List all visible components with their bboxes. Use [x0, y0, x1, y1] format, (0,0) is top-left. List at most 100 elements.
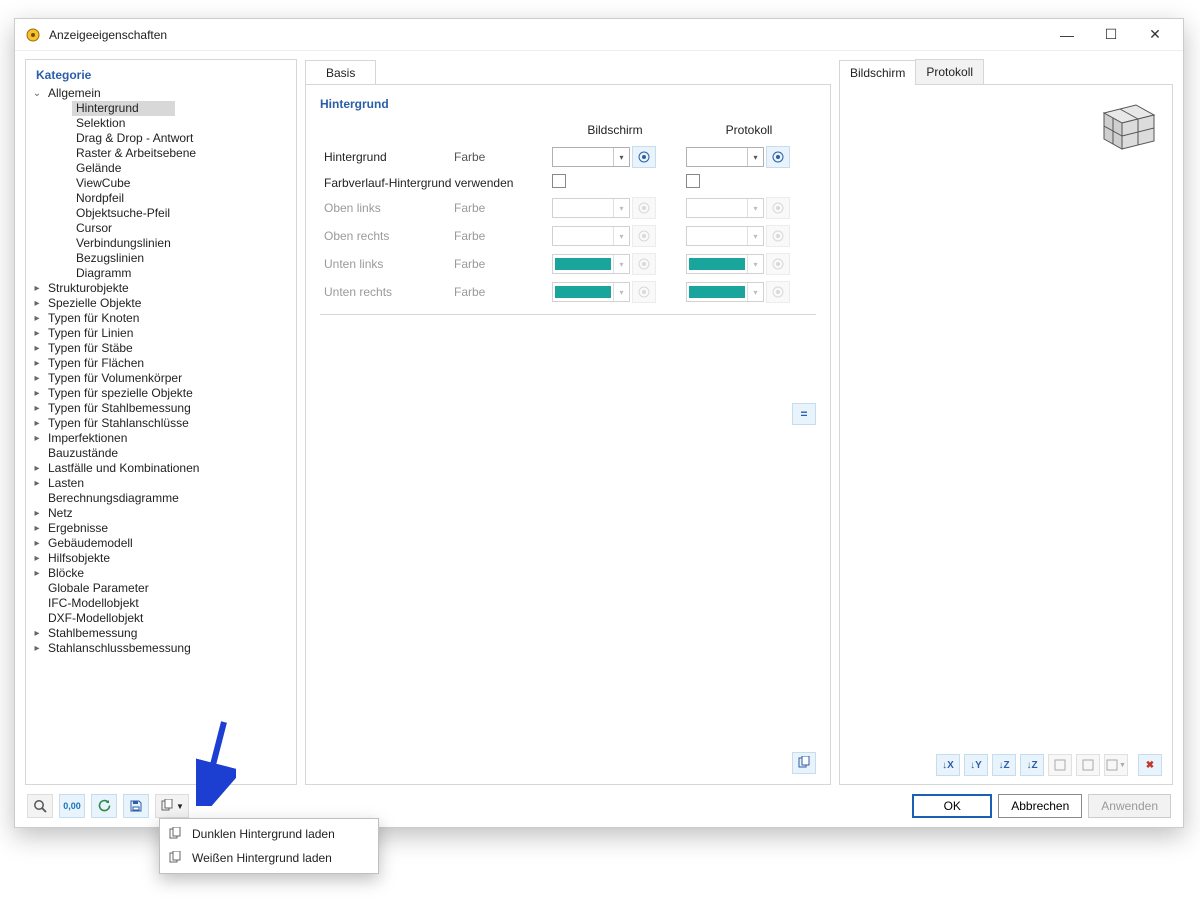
tree-item[interactable]: ▸Ergebnisse [30, 521, 292, 536]
axis-view-button[interactable]: ↓Z [1020, 754, 1044, 776]
tree-item[interactable]: ▸Typen für Stahlbemessung [30, 401, 292, 416]
tree-item[interactable]: Gelände [30, 161, 292, 176]
tree-expander-icon[interactable]: ▸ [30, 386, 44, 401]
tree-item[interactable]: ▸Lastfälle und Kombinationen [30, 461, 292, 476]
tree-expander-icon[interactable]: ▸ [30, 431, 44, 446]
cancel-button[interactable]: Abbrechen [998, 794, 1082, 818]
tree-item[interactable]: ▸Typen für Knoten [30, 311, 292, 326]
tree-expander-icon[interactable]: ▸ [30, 281, 44, 296]
tree-expander-icon[interactable]: ▸ [30, 551, 44, 566]
tree-item[interactable]: ▸Blöcke [30, 566, 292, 581]
tree-expander-icon[interactable]: ▸ [30, 566, 44, 581]
tree-item[interactable]: ▸Typen für Stäbe [30, 341, 292, 356]
tree-item[interactable]: ▸Netz [30, 506, 292, 521]
reset-view-button[interactable]: ✖ [1138, 754, 1162, 776]
window-maximize-button[interactable]: ☐ [1089, 21, 1133, 49]
copy-settings-button[interactable] [792, 752, 816, 774]
tree-item[interactable]: ▸Typen für Linien [30, 326, 292, 341]
preview-tab-protokoll[interactable]: Protokoll [915, 59, 984, 84]
tree-item[interactable]: Verbindungslinien [30, 236, 292, 251]
tree-expander-icon[interactable]: ▸ [30, 296, 44, 311]
tree-item[interactable]: ▸Imperfektionen [30, 431, 292, 446]
tree-item[interactable]: Hintergrund [30, 101, 292, 116]
tree-expander-icon[interactable]: ▸ [30, 401, 44, 416]
color-picker[interactable]: ▾ [686, 147, 764, 167]
menu-item-dark-background[interactable]: Dunklen Hintergrund laden [162, 822, 376, 846]
view-dropdown-button[interactable]: ▼ [1104, 754, 1128, 776]
units-button[interactable]: 0,00 [59, 794, 85, 818]
tree-expander-icon[interactable]: ▸ [30, 461, 44, 476]
tree-item[interactable]: ⌄Allgemein [30, 86, 292, 101]
tree-expander-icon[interactable]: ▸ [30, 521, 44, 536]
tree-expander-icon[interactable]: ▸ [30, 506, 44, 521]
tree-expander-icon[interactable]: ▸ [30, 416, 44, 431]
tree-item-label: Lastfälle und Kombinationen [44, 461, 203, 476]
tree-item[interactable]: ▸Typen für Flächen [30, 356, 292, 371]
tree-item[interactable]: Drag & Drop - Antwort [30, 131, 292, 146]
tree-expander-icon[interactable]: ▸ [30, 641, 44, 656]
menu-item-white-background[interactable]: Weißen Hintergrund laden [162, 846, 376, 870]
tree-item[interactable]: Diagramm [30, 266, 292, 281]
tree-item[interactable]: DXF-Modellobjekt [30, 611, 292, 626]
tree-item[interactable]: ▸Typen für Volumenkörper [30, 371, 292, 386]
tab-basis[interactable]: Basis [305, 60, 376, 85]
tree-expander-icon[interactable]: ▸ [30, 536, 44, 551]
tree-expander-icon[interactable]: ⌄ [30, 86, 44, 101]
tree-item[interactable]: ▸Strukturobjekte [30, 281, 292, 296]
axis-view-button[interactable]: ↓Z [992, 754, 1016, 776]
tree-item[interactable]: ▸Gebäudemodell [30, 536, 292, 551]
render-target-icon [632, 225, 656, 247]
apply-button[interactable]: Anwenden [1088, 794, 1171, 818]
tree-item[interactable]: ▸Typen für Stahlanschlüsse [30, 416, 292, 431]
axis-view-button[interactable]: ↓X [936, 754, 960, 776]
app-icon [25, 27, 41, 43]
tree-expander-icon[interactable]: ▸ [30, 341, 44, 356]
checkbox[interactable] [552, 174, 566, 188]
tree-item[interactable]: Raster & Arbeitsebene [30, 146, 292, 161]
tree-item[interactable]: ▸Lasten [30, 476, 292, 491]
tree-expander-icon[interactable]: ▸ [30, 356, 44, 371]
tree-item[interactable]: Bezugslinien [30, 251, 292, 266]
load-preset-dropdown-button[interactable]: ▼ [155, 794, 189, 818]
checkbox[interactable] [686, 174, 700, 188]
tree-item[interactable]: ▸Stahlbemessung [30, 626, 292, 641]
preview-tab-bildschirm[interactable]: Bildschirm [839, 60, 916, 85]
tree-item[interactable]: Berechnungsdiagramme [30, 491, 292, 506]
category-header: Kategorie [30, 66, 292, 86]
tree-item[interactable]: ▸Typen für spezielle Objekte [30, 386, 292, 401]
render-target-icon[interactable] [766, 146, 790, 168]
window-close-button[interactable]: ✕ [1133, 21, 1177, 49]
refresh-button[interactable] [91, 794, 117, 818]
tree-item[interactable]: ▸Spezielle Objekte [30, 296, 292, 311]
tree-expander-icon[interactable]: ▸ [30, 626, 44, 641]
tree-item[interactable]: Bauzustände [30, 446, 292, 461]
help-button[interactable] [27, 794, 53, 818]
tree-expander-icon[interactable]: ▸ [30, 371, 44, 386]
window-minimize-button[interactable]: — [1045, 21, 1089, 49]
tree-item[interactable]: IFC-Modellobjekt [30, 596, 292, 611]
tree-item[interactable]: Cursor [30, 221, 292, 236]
tree-item[interactable]: Globale Parameter [30, 581, 292, 596]
save-button[interactable] [123, 794, 149, 818]
property-type: Farbe [450, 143, 548, 171]
view-style-button[interactable] [1048, 754, 1072, 776]
color-picker[interactable]: ▾ [552, 147, 630, 167]
tree-item-label: Typen für Stahlbemessung [44, 401, 195, 416]
equals-button[interactable]: = [792, 403, 816, 425]
tree-item[interactable]: Nordpfeil [30, 191, 292, 206]
property-label: Unten links [320, 250, 450, 278]
tree-item[interactable]: Objektsuche-Pfeil [30, 206, 292, 221]
tree-expander-icon[interactable]: ▸ [30, 311, 44, 326]
tree-item[interactable]: Selektion [30, 116, 292, 131]
view-style-button[interactable] [1076, 754, 1100, 776]
tree-item[interactable]: ViewCube [30, 176, 292, 191]
tree-expander-icon[interactable]: ▸ [30, 326, 44, 341]
tree-item[interactable]: ▸Hilfsobjekte [30, 551, 292, 566]
tree-item[interactable]: ▸Stahlanschlussbemessung [30, 641, 292, 656]
tree-expander-icon[interactable]: ▸ [30, 476, 44, 491]
chevron-down-icon: ▾ [747, 227, 763, 245]
tree-item-label: Globale Parameter [44, 581, 153, 596]
ok-button[interactable]: OK [912, 794, 992, 818]
render-target-icon[interactable] [632, 146, 656, 168]
axis-view-button[interactable]: ↓Y [964, 754, 988, 776]
